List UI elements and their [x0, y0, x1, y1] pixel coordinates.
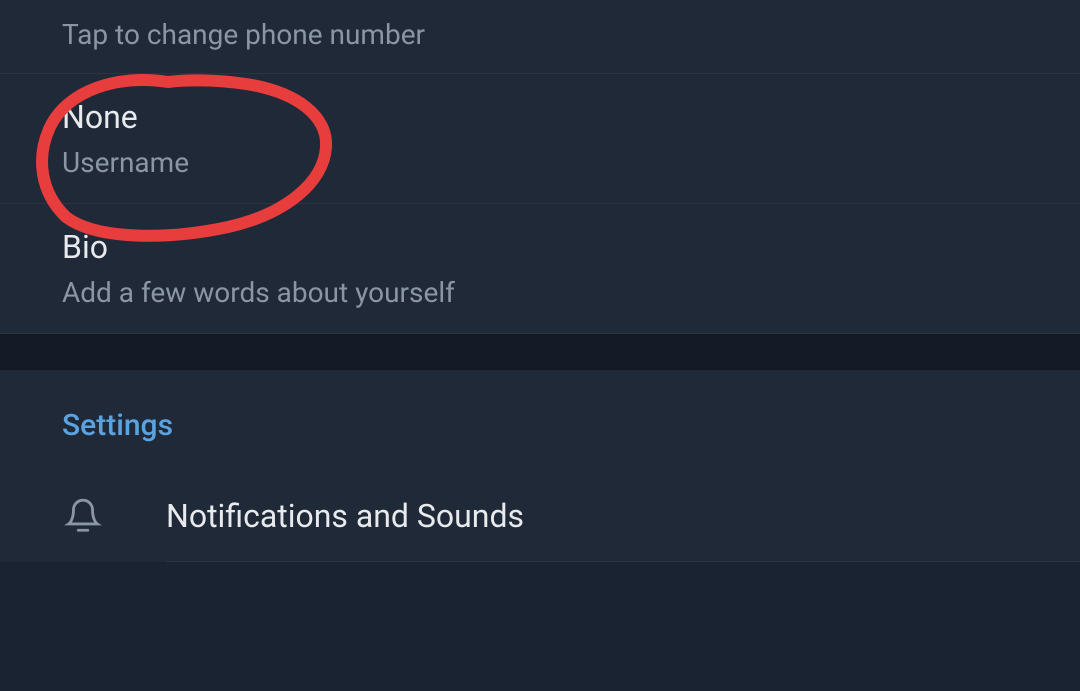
account-section: Tap to change phone number None Username… — [0, 0, 1080, 334]
settings-header: Settings — [0, 370, 1080, 471]
phone-hint-text: Tap to change phone number — [62, 18, 425, 51]
bio-hint: Add a few words about yourself — [62, 276, 1018, 309]
username-row[interactable]: None Username — [0, 74, 1080, 204]
phone-number-row[interactable]: Tap to change phone number — [0, 0, 1080, 74]
notifications-sounds-row[interactable]: Notifications and Sounds — [0, 471, 1080, 561]
bio-row[interactable]: Bio Add a few words about yourself — [0, 204, 1080, 334]
notifications-label: Notifications and Sounds — [166, 497, 524, 535]
bell-icon — [62, 495, 104, 537]
settings-divider — [166, 561, 1080, 562]
bio-title: Bio — [62, 228, 1018, 266]
username-value: None — [62, 98, 1018, 136]
settings-section: Settings Notifications and Sounds — [0, 370, 1080, 562]
section-separator — [0, 334, 1080, 370]
username-label: Username — [62, 146, 1018, 179]
